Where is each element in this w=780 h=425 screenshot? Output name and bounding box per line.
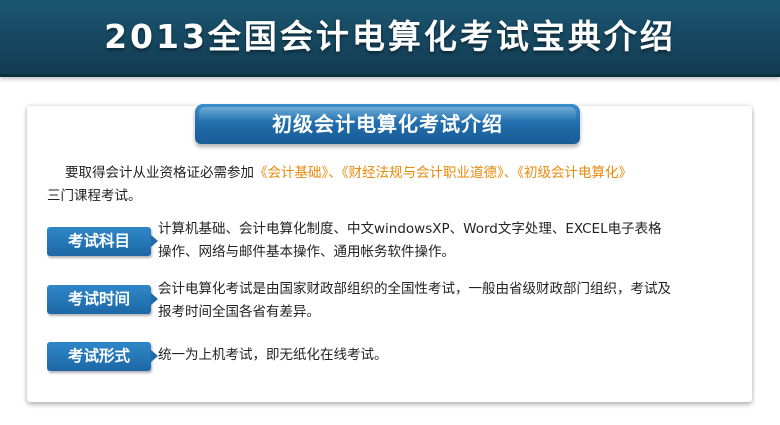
exam-time-line-2: 报考时间全国各省有差异。 [158,304,320,320]
label-exam-time: 考试时间 [47,285,158,314]
header-banner: 2013全国会计电算化考试宝典介绍 [0,0,780,77]
intro-paragraph: 要取得会计从业资格证必需参加《会计基础》、《财经法规与会计职业道德》、《初级会计… [47,162,747,208]
exam-subjects-description: 计算机基础、会计电算化制度、中文windowsXP、Word文字处理、EXCEL… [158,218,743,264]
intro-courses: 《会计基础》、《财经法规与会计职业道德》、《初级会计电算化》 [254,165,632,181]
exam-format-line-1: 统一为上机考试，即无纸化在线考试。 [158,347,388,363]
section-title: 初级会计电算化考试介绍 [272,112,503,136]
section-tab: 初级会计电算化考试介绍 [195,104,580,144]
intro-prefix: 要取得会计从业资格证必需参加 [65,165,254,181]
intro-suffix: 三门课程考试。 [47,188,142,204]
exam-format-description: 统一为上机考试，即无纸化在线考试。 [158,344,743,367]
exam-time-description: 会计电算化考试是由国家财政部组织的全国性考试，一般由省级财政部门组织，考试及 报… [158,278,743,324]
label-exam-subjects: 考试科目 [47,227,158,256]
exam-time-line-1: 会计电算化考试是由国家财政部组织的全国性考试，一般由省级财政部门组织，考试及 [158,281,671,297]
label-exam-format: 考试形式 [47,342,158,371]
page-title: 2013全国会计电算化考试宝典介绍 [104,17,676,56]
exam-subjects-line-2: 操作、网络与邮件基本操作、通用帐务软件操作。 [158,244,455,260]
exam-subjects-line-1: 计算机基础、会计电算化制度、中文windowsXP、Word文字处理、EXCEL… [158,221,662,237]
